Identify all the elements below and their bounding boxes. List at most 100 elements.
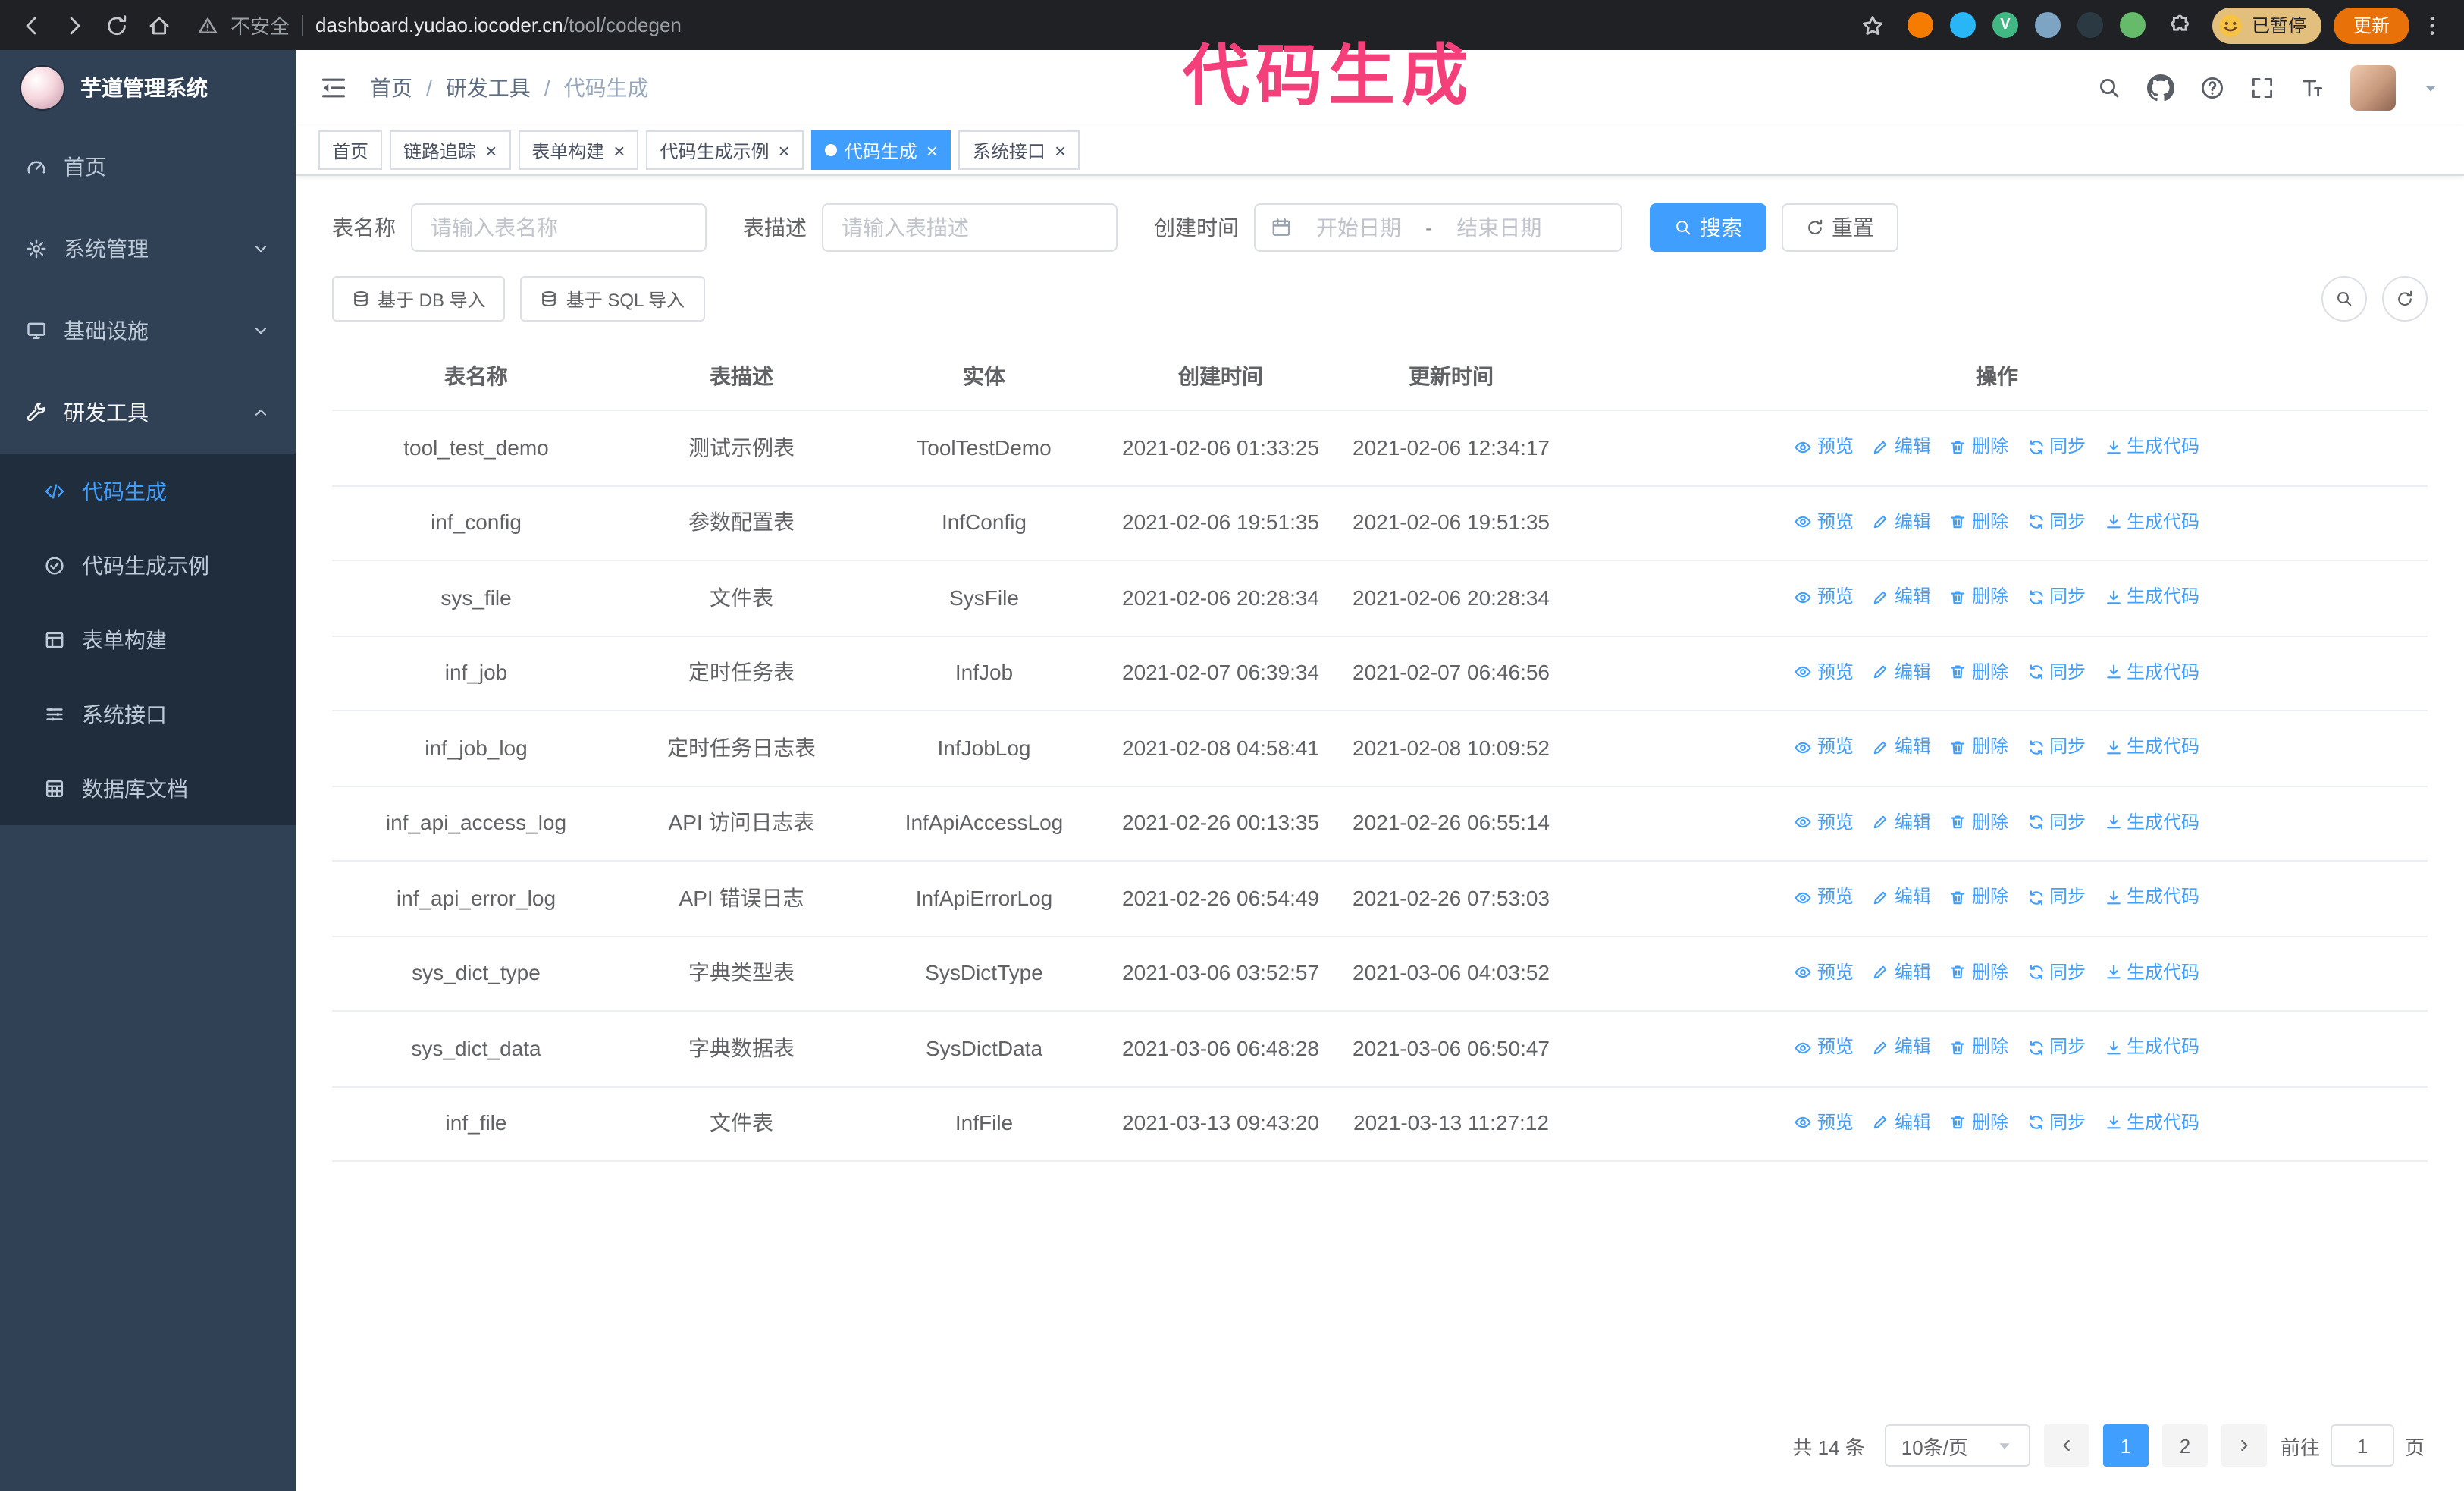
sidebar-item-dev-tools[interactable]: 研发工具 — [0, 372, 296, 454]
search-button[interactable]: 搜索 — [1650, 203, 1766, 252]
action-generate[interactable]: 生成代码 — [2104, 805, 2199, 840]
action-edit[interactable]: 编辑 — [1872, 880, 1931, 915]
action-preview[interactable]: 预览 — [1795, 654, 1854, 689]
action-delete[interactable]: 删除 — [1949, 805, 2008, 840]
profile-paused-badge[interactable]: 已暂停 — [2212, 7, 2321, 43]
action-preview[interactable]: 预览 — [1795, 730, 1854, 764]
table-name-input[interactable] — [411, 203, 707, 252]
action-delete[interactable]: 删除 — [1949, 504, 2008, 539]
sidebar-item-system-manage[interactable]: 系统管理 — [0, 208, 296, 290]
create-time-range-picker[interactable]: - — [1254, 203, 1622, 252]
action-sync[interactable]: 同步 — [2027, 579, 2086, 614]
sidebar-logo[interactable]: 芋道管理系统 — [0, 50, 296, 126]
table-desc-input[interactable] — [822, 203, 1118, 252]
action-sync[interactable]: 同步 — [2027, 730, 2086, 764]
action-delete[interactable]: 删除 — [1949, 955, 2008, 990]
action-sync[interactable]: 同步 — [2027, 805, 2086, 840]
import-db-button[interactable]: 基于 DB 导入 — [332, 276, 506, 322]
action-edit[interactable]: 编辑 — [1872, 955, 1931, 990]
action-edit[interactable]: 编辑 — [1872, 1030, 1931, 1065]
browser-forward-button[interactable] — [55, 5, 94, 45]
sidebar-item-system-api[interactable]: 系统接口 — [0, 676, 296, 751]
end-date-input[interactable] — [1438, 215, 1560, 240]
action-generate[interactable]: 生成代码 — [2104, 1105, 2199, 1140]
action-sync[interactable]: 同步 — [2027, 429, 2086, 464]
close-icon[interactable]: × — [926, 140, 938, 160]
action-delete[interactable]: 删除 — [1949, 1030, 2008, 1065]
page-size-select[interactable]: 10条/页 — [1884, 1424, 2030, 1467]
toggle-search-button[interactable] — [2321, 276, 2367, 322]
action-edit[interactable]: 编辑 — [1872, 654, 1931, 689]
sidebar-item-infrastructure[interactable]: 基础设施 — [0, 290, 296, 372]
extension-icon[interactable] — [2119, 12, 2146, 38]
start-date-input[interactable] — [1298, 215, 1419, 240]
prev-page-button[interactable] — [2043, 1424, 2089, 1467]
reset-button[interactable]: 重置 — [1782, 203, 1898, 252]
action-sync[interactable]: 同步 — [2027, 504, 2086, 539]
action-generate[interactable]: 生成代码 — [2104, 504, 2199, 539]
help-icon[interactable] — [2200, 76, 2224, 100]
action-edit[interactable]: 编辑 — [1872, 730, 1931, 764]
action-preview[interactable]: 预览 — [1795, 1030, 1854, 1065]
action-edit[interactable]: 编辑 — [1872, 1105, 1931, 1140]
tab-0[interactable]: 首页 — [318, 130, 383, 170]
action-sync[interactable]: 同步 — [2027, 1030, 2086, 1065]
page-button[interactable]: 1 — [2102, 1424, 2149, 1467]
action-generate[interactable]: 生成代码 — [2104, 579, 2199, 614]
action-edit[interactable]: 编辑 — [1872, 805, 1931, 840]
action-preview[interactable]: 预览 — [1795, 805, 1854, 840]
browser-reload-button[interactable] — [97, 5, 136, 45]
action-generate[interactable]: 生成代码 — [2104, 880, 2199, 915]
close-icon[interactable]: × — [613, 140, 625, 160]
address-bar[interactable]: 不安全 dashboard.yudao.iocoder.cn/tool/code… — [197, 11, 1835, 39]
tab-4[interactable]: 代码生成 × — [810, 130, 951, 170]
action-preview[interactable]: 预览 — [1795, 880, 1854, 915]
action-delete[interactable]: 删除 — [1949, 654, 2008, 689]
sidebar-item-codegen-example[interactable]: 代码生成示例 — [0, 528, 296, 602]
extension-icon[interactable]: V — [1992, 12, 2018, 38]
font-size-icon[interactable] — [2300, 76, 2324, 100]
browser-home-button[interactable] — [140, 5, 179, 45]
sidebar-item-db-doc[interactable]: 数据库文档 — [0, 751, 296, 825]
browser-update-button[interactable]: 更新 — [2333, 7, 2409, 43]
sidebar-item-form-builder[interactable]: 表单构建 — [0, 602, 296, 676]
tab-3[interactable]: 代码生成示例 × — [646, 130, 804, 170]
action-generate[interactable]: 生成代码 — [2104, 955, 2199, 990]
header-search-icon[interactable] — [2097, 76, 2121, 100]
sidebar-item-codegen[interactable]: 代码生成 — [0, 454, 296, 528]
action-edit[interactable]: 编辑 — [1872, 504, 1931, 539]
action-edit[interactable]: 编辑 — [1872, 429, 1931, 464]
action-sync[interactable]: 同步 — [2027, 654, 2086, 689]
action-preview[interactable]: 预览 — [1795, 429, 1854, 464]
goto-page-input[interactable] — [2330, 1424, 2394, 1467]
action-delete[interactable]: 删除 — [1949, 1105, 2008, 1140]
action-delete[interactable]: 删除 — [1949, 579, 2008, 614]
action-preview[interactable]: 预览 — [1795, 1105, 1854, 1140]
refresh-table-button[interactable] — [2382, 276, 2428, 322]
extension-icon[interactable] — [2077, 12, 2103, 38]
import-sql-button[interactable]: 基于 SQL 导入 — [520, 276, 705, 322]
action-sync[interactable]: 同步 — [2027, 955, 2086, 990]
tab-5[interactable]: 系统接口 × — [958, 130, 1080, 170]
action-generate[interactable]: 生成代码 — [2104, 1030, 2199, 1065]
browser-menu-button[interactable] — [2412, 5, 2452, 45]
github-icon[interactable] — [2147, 74, 2174, 102]
action-delete[interactable]: 删除 — [1949, 429, 2008, 464]
sidebar-toggle-button[interactable] — [320, 74, 347, 102]
action-generate[interactable]: 生成代码 — [2104, 730, 2199, 764]
bookmark-star-button[interactable] — [1853, 5, 1892, 45]
tab-1[interactable]: 链路追踪 × — [390, 130, 511, 170]
extension-icon[interactable] — [1907, 12, 1933, 38]
action-edit[interactable]: 编辑 — [1872, 579, 1931, 614]
breadcrumb-item[interactable]: 首页 — [370, 73, 412, 103]
action-preview[interactable]: 预览 — [1795, 504, 1854, 539]
close-icon[interactable]: × — [779, 140, 790, 160]
browser-back-button[interactable] — [12, 5, 52, 45]
sidebar-item-home[interactable]: 首页 — [0, 126, 296, 208]
action-delete[interactable]: 删除 — [1949, 880, 2008, 915]
user-avatar[interactable] — [2350, 65, 2396, 111]
close-icon[interactable]: × — [485, 140, 497, 160]
extension-icon[interactable] — [2034, 12, 2061, 38]
action-generate[interactable]: 生成代码 — [2104, 654, 2199, 689]
extensions-menu-button[interactable] — [2161, 5, 2200, 45]
